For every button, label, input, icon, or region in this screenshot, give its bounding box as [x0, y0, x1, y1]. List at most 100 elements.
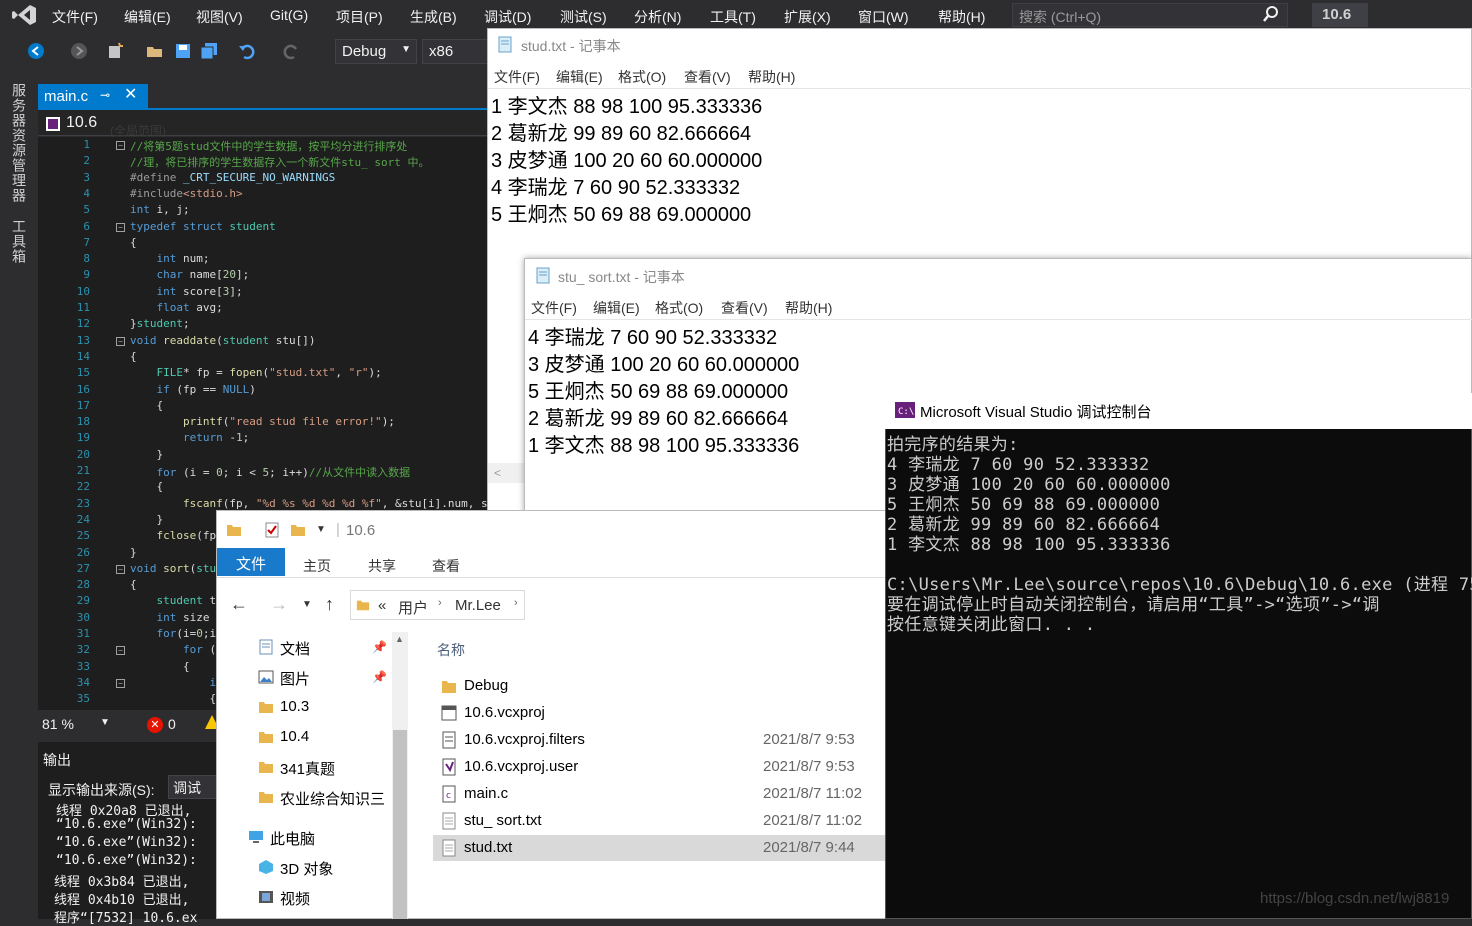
nav-scrollbar-thumb[interactable] — [393, 730, 407, 919]
error-icon[interactable]: ✕ — [147, 717, 163, 733]
divider — [217, 577, 887, 578]
file-row[interactable]: 10.6.vcxproj — [433, 700, 885, 726]
notepad-icon — [498, 36, 512, 53]
chevron-down-icon[interactable]: ▼ — [316, 524, 326, 535]
menu-tools[interactable]: 工具(T) — [710, 7, 756, 27]
notepad-menu-view[interactable]: 查看(V) — [721, 298, 768, 318]
file-row[interactable]: stu_ sort.txt 2021/8/7 11:02 — [433, 808, 885, 834]
notepad-menu-format[interactable]: 格式(O) — [618, 67, 666, 87]
new-folder-icon[interactable] — [290, 522, 306, 538]
line-number: 17 — [76, 398, 90, 412]
nav-folder-agri[interactable]: 农业综合知识三 — [240, 783, 410, 811]
tab-home[interactable]: 主页 — [303, 556, 331, 576]
folder-icon — [259, 732, 273, 743]
nav-folder-341[interactable]: 341真题 — [240, 753, 410, 781]
server-explorer-tab[interactable]: 服务器资源管理器 — [9, 83, 29, 203]
save-icon[interactable] — [174, 42, 192, 60]
text-line: 4 李瑞龙 7 60 90 52.333332 — [491, 177, 741, 199]
notepad-menu-edit[interactable]: 编辑(E) — [556, 67, 603, 87]
file-name: main.c — [464, 785, 509, 802]
console-line: 1 李文杰 88 98 100 95.333336 — [887, 535, 1171, 555]
breadcrumb-overflow[interactable]: « — [378, 597, 386, 614]
up-arrow-icon[interactable]: ↑ — [325, 594, 334, 615]
chevron-up-icon[interactable]: ▲ — [395, 634, 404, 644]
fold-toggle-icon[interactable]: − — [116, 564, 125, 574]
visual-studio-logo-icon — [12, 5, 36, 25]
menu-project[interactable]: 项目(P) — [336, 7, 383, 27]
redo-icon[interactable] — [282, 42, 300, 60]
tab-file[interactable]: 文件 — [217, 548, 285, 576]
nav-3d-objects[interactable]: 3D 对象 — [240, 853, 410, 881]
properties-icon[interactable] — [264, 522, 280, 538]
pin-icon[interactable]: ⊸ — [100, 88, 116, 104]
column-header-name[interactable]: 名称 — [437, 640, 465, 660]
file-row[interactable]: 10.6.vcxproj.user 2021/8/7 9:53 — [433, 754, 885, 780]
nav-project-dropdown[interactable]: 10.6 — [66, 114, 97, 132]
line-number: 2 — [83, 154, 90, 168]
search-input[interactable]: 搜索 (Ctrl+Q) — [1012, 3, 1288, 27]
back-arrow-icon[interactable]: ← — [230, 594, 248, 615]
file-row[interactable]: 10.6.vcxproj.filters 2021/8/7 9:53 — [433, 727, 885, 753]
menu-test[interactable]: 测试(S) — [560, 7, 607, 27]
platform-dropdown[interactable]: x86 — [422, 39, 488, 64]
file-row[interactable]: c main.c 2021/8/7 11:02 — [433, 781, 885, 807]
toolbox-tab[interactable]: 工具箱 — [9, 219, 29, 264]
close-icon[interactable]: ✕ — [124, 86, 142, 104]
nav-folder-10-3[interactable]: 10.3 — [240, 693, 410, 721]
solution-config-dropdown[interactable]: Debug ▼ — [335, 39, 417, 64]
nav-videos[interactable]: 视频 — [240, 883, 410, 911]
menu-window[interactable]: 窗口(W) — [858, 7, 909, 27]
menu-analyze[interactable]: 分析(N) — [634, 7, 681, 27]
chevron-down-icon[interactable]: ▼ — [302, 599, 312, 610]
tab-share[interactable]: 共享 — [368, 556, 396, 576]
fold-toggle-icon[interactable]: − — [116, 141, 125, 150]
notepad-menu-format[interactable]: 格式(O) — [655, 298, 703, 318]
menu-extensions[interactable]: 扩展(X) — [784, 7, 831, 27]
back-icon[interactable] — [27, 42, 45, 60]
menu-view[interactable]: 视图(V) — [196, 7, 243, 27]
file-row[interactable]: Debug — [433, 673, 885, 699]
menu-debug[interactable]: 调试(D) — [484, 7, 531, 27]
pin-icon[interactable]: 📌 — [372, 640, 387, 654]
new-project-icon[interactable] — [106, 42, 124, 60]
notepad-menu-view[interactable]: 查看(V) — [684, 67, 731, 87]
pictures-icon — [258, 670, 274, 684]
notepad-icon — [536, 267, 550, 284]
error-count[interactable]: 0 — [168, 716, 176, 732]
scroll-left-button[interactable]: < — [488, 463, 524, 483]
menu-edit[interactable]: 编辑(E) — [124, 7, 171, 27]
menu-build[interactable]: 生成(B) — [410, 7, 457, 27]
breadcrumb-users[interactable]: 用户 — [398, 597, 428, 618]
notepad-menu-edit[interactable]: 编辑(E) — [593, 298, 640, 318]
line-number: 16 — [76, 382, 90, 396]
notepad-menu-help[interactable]: 帮助(H) — [785, 298, 832, 318]
breadcrumb-mrlee[interactable]: Mr.Lee — [455, 597, 501, 614]
fold-toggle-icon[interactable]: − — [116, 222, 125, 232]
fold-toggle-icon[interactable]: − — [116, 646, 125, 656]
tab-view[interactable]: 查看 — [432, 556, 460, 576]
forward-arrow-icon[interactable]: → — [270, 594, 288, 615]
folder-icon — [442, 681, 456, 693]
save-all-icon[interactable] — [200, 42, 218, 60]
chevron-down-icon[interactable]: ▼ — [100, 717, 110, 728]
output-source-value: 调试 — [173, 780, 201, 796]
undo-icon[interactable] — [238, 42, 256, 60]
menu-help[interactable]: 帮助(H) — [938, 7, 985, 27]
search-icon[interactable] — [1262, 5, 1280, 23]
line-number: 26 — [76, 545, 90, 559]
zoom-level[interactable]: 81 % — [42, 716, 74, 732]
output-source-dropdown[interactable]: 调试 — [168, 775, 218, 799]
fold-toggle-icon[interactable]: − — [116, 678, 125, 688]
menu-file[interactable]: 文件(F) — [52, 7, 98, 27]
notepad-menu-file[interactable]: 文件(F) — [531, 298, 577, 318]
pin-icon[interactable]: 📌 — [372, 670, 387, 684]
forward-icon[interactable] — [70, 42, 88, 60]
nav-this-pc[interactable]: 此电脑 — [230, 823, 400, 851]
notepad-menu-file[interactable]: 文件(F) — [494, 67, 540, 87]
nav-folder-10-4[interactable]: 10.4 — [240, 723, 410, 751]
file-row-selected[interactable]: stud.txt 2021/8/7 9:44 — [433, 835, 885, 861]
notepad-menu-help[interactable]: 帮助(H) — [748, 67, 795, 87]
menu-git[interactable]: Git(G) — [270, 7, 308, 23]
fold-toggle-icon[interactable]: − — [116, 336, 125, 346]
open-folder-icon[interactable] — [146, 42, 164, 60]
